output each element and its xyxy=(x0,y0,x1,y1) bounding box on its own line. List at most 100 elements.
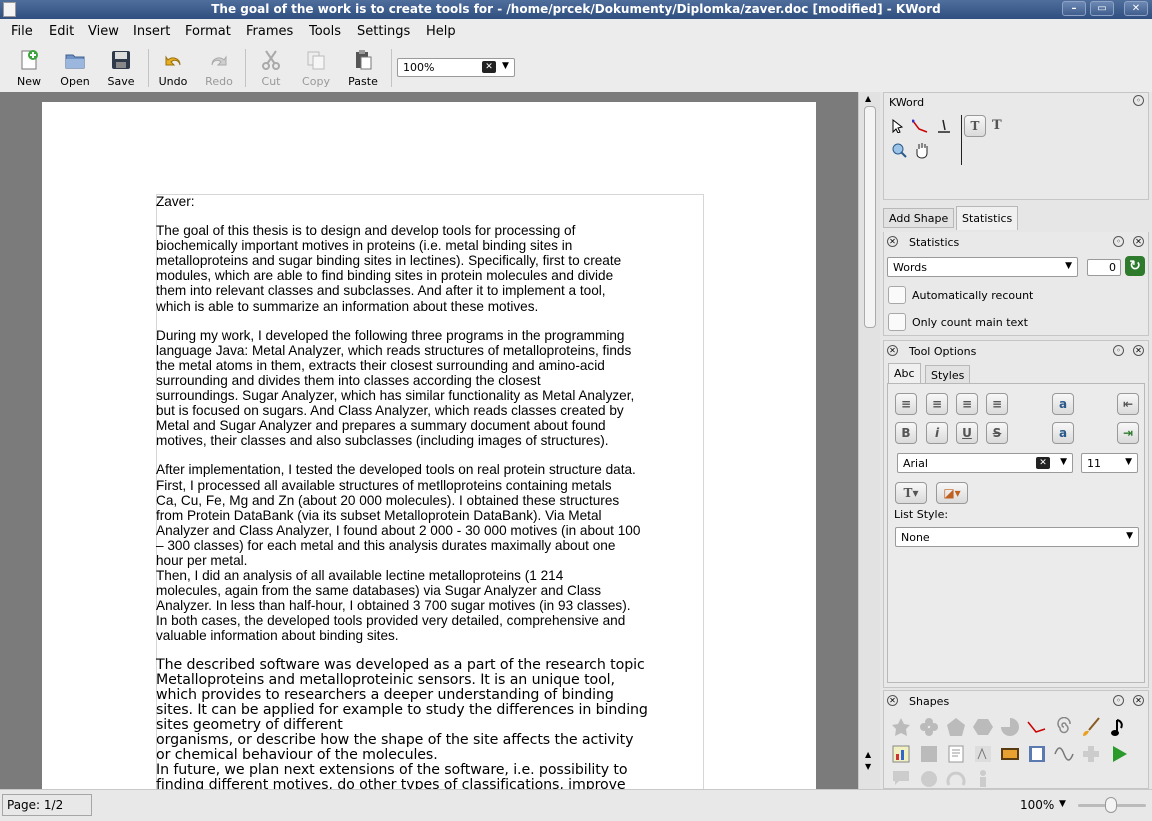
collapse-icon[interactable]: ✕ xyxy=(887,236,898,247)
chevron-down-icon: ▼ xyxy=(1060,457,1067,467)
scroll-up-small-icon[interactable]: ▲ xyxy=(865,750,871,759)
plus-shape-icon[interactable] xyxy=(1081,744,1101,764)
menu-frames[interactable]: Frames xyxy=(246,24,293,39)
scroll-up-icon[interactable]: ▲ xyxy=(865,94,871,103)
scrollbar-thumb[interactable] xyxy=(864,106,876,328)
document-shape-icon[interactable] xyxy=(1027,744,1047,764)
menu-format[interactable]: Format xyxy=(185,24,231,39)
float-icon[interactable]: ◦ xyxy=(1113,345,1124,356)
paste-button[interactable]: Paste xyxy=(340,47,386,91)
open-button[interactable]: Open xyxy=(52,47,98,91)
pointer-tool-icon[interactable] xyxy=(892,119,904,133)
clear-zoom-icon[interactable]: ✕ xyxy=(482,61,496,73)
only-main-text-checkbox[interactable] xyxy=(888,313,906,331)
underline-icon[interactable]: U xyxy=(956,422,978,444)
zoom-combo[interactable]: 100% ✕ ▼ xyxy=(397,58,515,77)
float-icon[interactable]: ◦ xyxy=(1113,236,1124,247)
chart-shape-icon[interactable] xyxy=(891,744,911,764)
align-left-icon[interactable]: ≡ xyxy=(895,393,917,415)
collapse-icon[interactable]: ✕ xyxy=(887,345,898,356)
cut-button[interactable]: Cut xyxy=(248,47,294,91)
pencil-tool-icon[interactable] xyxy=(936,119,952,133)
chevron-down-icon[interactable]: ▼ xyxy=(1059,799,1066,809)
path-shape-icon[interactable] xyxy=(1027,717,1047,737)
background-color-icon[interactable]: ◪▾ xyxy=(936,482,968,504)
star-shape-icon[interactable] xyxy=(891,717,911,737)
close-icon[interactable]: ✕ xyxy=(1133,345,1144,356)
font-size-select[interactable]: 11 ▼ xyxy=(1081,453,1138,473)
subscript-icon[interactable]: a xyxy=(1052,422,1074,444)
scroll-down-icon[interactable]: ▼ xyxy=(865,762,871,771)
zoom-slider-handle[interactable] xyxy=(1105,797,1117,813)
list-style-select[interactable]: None ▼ xyxy=(895,527,1139,547)
decrease-indent-icon[interactable]: ⇤ xyxy=(1117,393,1139,415)
align-center-icon[interactable]: ≡ xyxy=(926,393,948,415)
zoom-tool-icon[interactable] xyxy=(892,143,908,159)
menu-view[interactable]: View xyxy=(88,24,119,39)
vertical-scrollbar[interactable]: ▲ ▲ ▼ xyxy=(858,92,881,789)
arc-shape-icon[interactable] xyxy=(946,769,966,789)
font-family-select[interactable]: Arial ✕ ▼ xyxy=(897,453,1073,473)
chevron-down-icon[interactable]: ▼ xyxy=(502,61,509,71)
picture-shape-icon[interactable] xyxy=(1000,744,1020,764)
save-button[interactable]: Save xyxy=(98,47,144,91)
path-tool-icon[interactable] xyxy=(912,119,928,133)
undo-button[interactable]: Undo xyxy=(150,47,196,91)
text-edit-tool-icon[interactable]: T xyxy=(992,118,1002,133)
text-color-icon[interactable]: T▾ xyxy=(895,482,927,504)
new-button[interactable]: New xyxy=(6,47,52,91)
doc-line: modules, which are able to find binding … xyxy=(156,268,614,284)
redo-button[interactable]: Redo xyxy=(196,47,242,91)
play-shape-icon[interactable] xyxy=(1109,744,1129,764)
align-right-icon[interactable]: ≡ xyxy=(956,393,978,415)
text-shape-icon[interactable] xyxy=(946,744,966,764)
refresh-icon[interactable]: ↻ xyxy=(1125,256,1145,276)
hexagon-shape-icon[interactable] xyxy=(973,717,993,737)
pentagon-shape-icon[interactable] xyxy=(946,717,966,737)
increase-indent-icon[interactable]: ⇥ xyxy=(1117,422,1139,444)
pan-hand-icon[interactable] xyxy=(914,141,930,159)
statistics-mode-select[interactable]: Words ▼ xyxy=(887,257,1078,277)
brush-shape-icon[interactable] xyxy=(1081,717,1101,737)
clear-font-icon[interactable]: ✕ xyxy=(1036,457,1050,469)
minimize-button[interactable]: – xyxy=(1062,1,1086,16)
copy-button[interactable]: Copy xyxy=(293,47,339,91)
document-text[interactable]: Zaver: The goal of this thesis is to des… xyxy=(156,194,704,793)
text-tool-icon[interactable]: T xyxy=(964,115,986,137)
formula-shape-icon[interactable] xyxy=(973,744,993,764)
float-icon[interactable]: ◦ xyxy=(1113,695,1124,706)
menu-help[interactable]: Help xyxy=(426,24,456,39)
auto-recount-checkbox[interactable] xyxy=(888,286,906,304)
doc-line: In both cases, the developed tools provi… xyxy=(156,613,626,629)
pie-shape-icon[interactable] xyxy=(1000,717,1020,737)
close-icon[interactable]: ✕ xyxy=(1133,236,1144,247)
music-shape-icon[interactable] xyxy=(1109,717,1129,737)
superscript-icon[interactable]: a xyxy=(1052,393,1074,415)
bold-icon[interactable]: B xyxy=(895,422,917,444)
strikethrough-icon[interactable]: S xyxy=(986,422,1008,444)
menu-file[interactable]: File xyxy=(11,24,33,39)
italic-icon[interactable]: i xyxy=(926,422,948,444)
menu-tools[interactable]: Tools xyxy=(309,24,341,39)
tab-abc[interactable]: Abc xyxy=(888,363,921,383)
rectangle-shape-icon[interactable] xyxy=(919,744,939,764)
tab-add-shape[interactable]: Add Shape xyxy=(883,208,955,228)
align-justify-icon[interactable]: ≡ xyxy=(986,393,1008,415)
tab-styles[interactable]: Styles xyxy=(925,365,971,385)
menu-insert[interactable]: Insert xyxy=(133,24,170,39)
tab-statistics[interactable]: Statistics xyxy=(956,206,1019,230)
figure-shape-icon[interactable] xyxy=(973,769,993,789)
spiral-shape-icon[interactable] xyxy=(1054,717,1074,737)
smiley-shape-icon[interactable] xyxy=(919,769,939,789)
panel-float-icon[interactable]: ◦ xyxy=(1133,95,1144,106)
menu-settings[interactable]: Settings xyxy=(357,24,410,39)
maximize-button[interactable]: ▭ xyxy=(1090,1,1114,16)
callout-shape-icon[interactable] xyxy=(891,769,911,789)
wave-shape-icon[interactable] xyxy=(1054,744,1074,764)
close-window-button[interactable]: ✕ xyxy=(1124,1,1148,16)
status-zoom-value[interactable]: 100% xyxy=(1020,798,1054,812)
flower-shape-icon[interactable] xyxy=(919,717,939,737)
menu-edit[interactable]: Edit xyxy=(49,24,74,39)
close-icon[interactable]: ✕ xyxy=(1133,695,1144,706)
collapse-icon[interactable]: ✕ xyxy=(887,695,898,706)
